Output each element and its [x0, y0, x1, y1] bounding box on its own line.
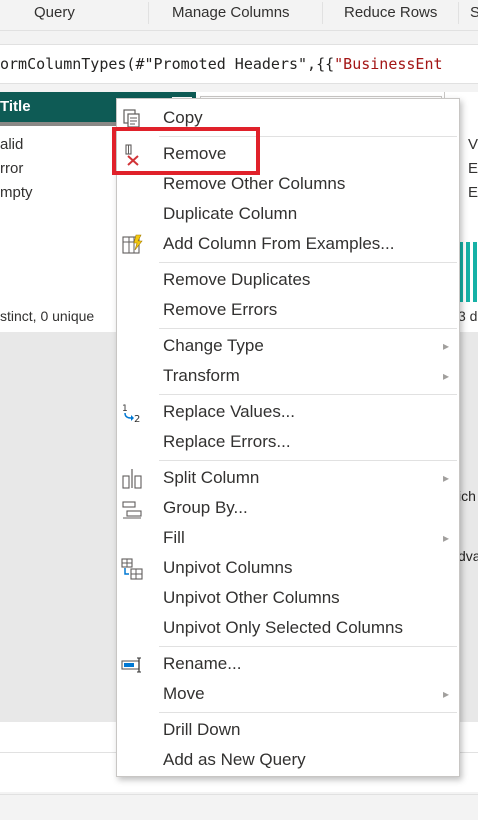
submenu-arrow-icon: ▸: [442, 369, 449, 383]
menu-item-fill[interactable]: Fill ▸: [117, 523, 459, 553]
menu-item-unpivot-columns[interactable]: Unpivot Columns: [117, 553, 459, 583]
menu-item-label: Split Column: [163, 468, 260, 487]
ribbon-divider: [458, 2, 459, 24]
menu-item-change-type[interactable]: Change Type ▸: [117, 331, 459, 361]
menu-item-label: Move: [163, 684, 205, 703]
menu-item-unpivot-other-columns[interactable]: Unpivot Other Columns: [117, 583, 459, 613]
ribbon-group-query[interactable]: Query: [34, 0, 75, 28]
menu-item-label: Duplicate Column: [163, 204, 298, 223]
menu-separator: [159, 394, 457, 395]
distribution-chart: [459, 242, 478, 302]
menu-separator: [159, 262, 457, 263]
cell-text: dva: [458, 548, 478, 564]
menu-item-add-as-new-query[interactable]: Add as New Query: [117, 745, 459, 775]
menu-item-label: Unpivot Other Columns: [163, 588, 340, 607]
highlight-box: [112, 127, 260, 175]
menu-item-drill-down[interactable]: Drill Down: [117, 715, 459, 745]
profile-error: rror: [0, 160, 24, 177]
submenu-arrow-icon: ▸: [442, 339, 449, 353]
menu-item-label: Remove Errors: [163, 300, 278, 319]
cell-text: ich: [458, 488, 476, 504]
formula-text: ormColumnTypes(#"Promoted Headers",{{: [0, 55, 335, 73]
menu-item-label: Rename...: [163, 654, 242, 673]
profile-empty: mpty: [0, 184, 33, 201]
menu-separator: [159, 460, 457, 461]
menu-item-remove-errors[interactable]: Remove Errors: [117, 295, 459, 325]
ribbon-group-reduce-rows[interactable]: Reduce Rows: [344, 0, 437, 28]
menu-item-move[interactable]: Move ▸: [117, 679, 459, 709]
menu-item-rename[interactable]: Rename...: [117, 649, 459, 679]
distribution-bar: [466, 242, 470, 302]
unpivot-columns-icon: [121, 558, 143, 580]
menu-separator: [159, 712, 457, 713]
split-column-icon: [121, 468, 143, 490]
status-bar: [0, 794, 478, 820]
ribbon-group-sort[interactable]: S: [470, 0, 478, 28]
menu-item-label: Replace Values...: [163, 402, 295, 421]
svg-text:2: 2: [134, 414, 140, 424]
svg-text:1: 1: [122, 404, 128, 414]
menu-separator: [159, 646, 457, 647]
distribution-bar: [473, 242, 477, 302]
submenu-arrow-icon: ▸: [442, 687, 449, 701]
profile-stats-next: 3 d: [458, 308, 478, 324]
ribbon-group-manage-columns[interactable]: Manage Columns: [172, 0, 290, 28]
column-from-examples-icon: [121, 234, 143, 256]
menu-item-group-by[interactable]: Group By...: [117, 493, 459, 523]
replace-values-icon: 12: [121, 402, 143, 425]
column-header-label: Title: [0, 98, 31, 115]
context-menu: Copy Remove Remove Other Columns Duplica…: [116, 98, 460, 777]
menu-item-replace-values[interactable]: 12 Replace Values...: [117, 397, 459, 427]
menu-item-label: Add Column From Examples...: [163, 234, 395, 253]
menu-item-label: Group By...: [163, 498, 248, 517]
menu-item-unpivot-only-selected-columns[interactable]: Unpivot Only Selected Columns: [117, 613, 459, 643]
group-by-icon: [121, 498, 143, 520]
submenu-arrow-icon: ▸: [442, 471, 449, 485]
profile-valid: alid: [0, 136, 24, 153]
menu-item-remove-duplicates[interactable]: Remove Duplicates: [117, 265, 459, 295]
profile-stats: stinct, 0 unique: [0, 308, 95, 324]
menu-item-label: Unpivot Columns: [163, 558, 293, 577]
ribbon: Query Manage Columns Reduce Rows S: [0, 0, 478, 31]
rename-icon: [121, 654, 143, 676]
menu-item-transform[interactable]: Transform ▸: [117, 361, 459, 391]
formula-bar[interactable]: ormColumnTypes(#"Promoted Headers",{{"Bu…: [0, 44, 478, 84]
menu-item-label: Fill: [163, 528, 185, 547]
profile-valid-next: V: [468, 136, 478, 153]
menu-item-replace-errors[interactable]: Replace Errors...: [117, 427, 459, 457]
menu-item-label: Transform: [163, 366, 240, 385]
menu-item-label: Drill Down: [163, 720, 241, 739]
menu-item-split-column[interactable]: Split Column ▸: [117, 463, 459, 493]
menu-item-label: Replace Errors...: [163, 432, 291, 451]
menu-item-add-column-from-examples[interactable]: Add Column From Examples...: [117, 229, 459, 259]
menu-separator: [159, 328, 457, 329]
menu-item-label: Unpivot Only Selected Columns: [163, 618, 404, 637]
ribbon-divider: [322, 2, 323, 24]
ribbon-divider: [148, 2, 149, 24]
menu-item-label: Add as New Query: [163, 750, 306, 769]
submenu-arrow-icon: ▸: [442, 531, 449, 545]
menu-item-label: Change Type: [163, 336, 264, 355]
formula-string: "BusinessEnt: [334, 55, 443, 73]
menu-item-label: Remove Duplicates: [163, 270, 311, 289]
profile-error-next: E: [468, 160, 478, 177]
profile-empty-next: E: [468, 184, 478, 201]
menu-item-duplicate-column[interactable]: Duplicate Column: [117, 199, 459, 229]
